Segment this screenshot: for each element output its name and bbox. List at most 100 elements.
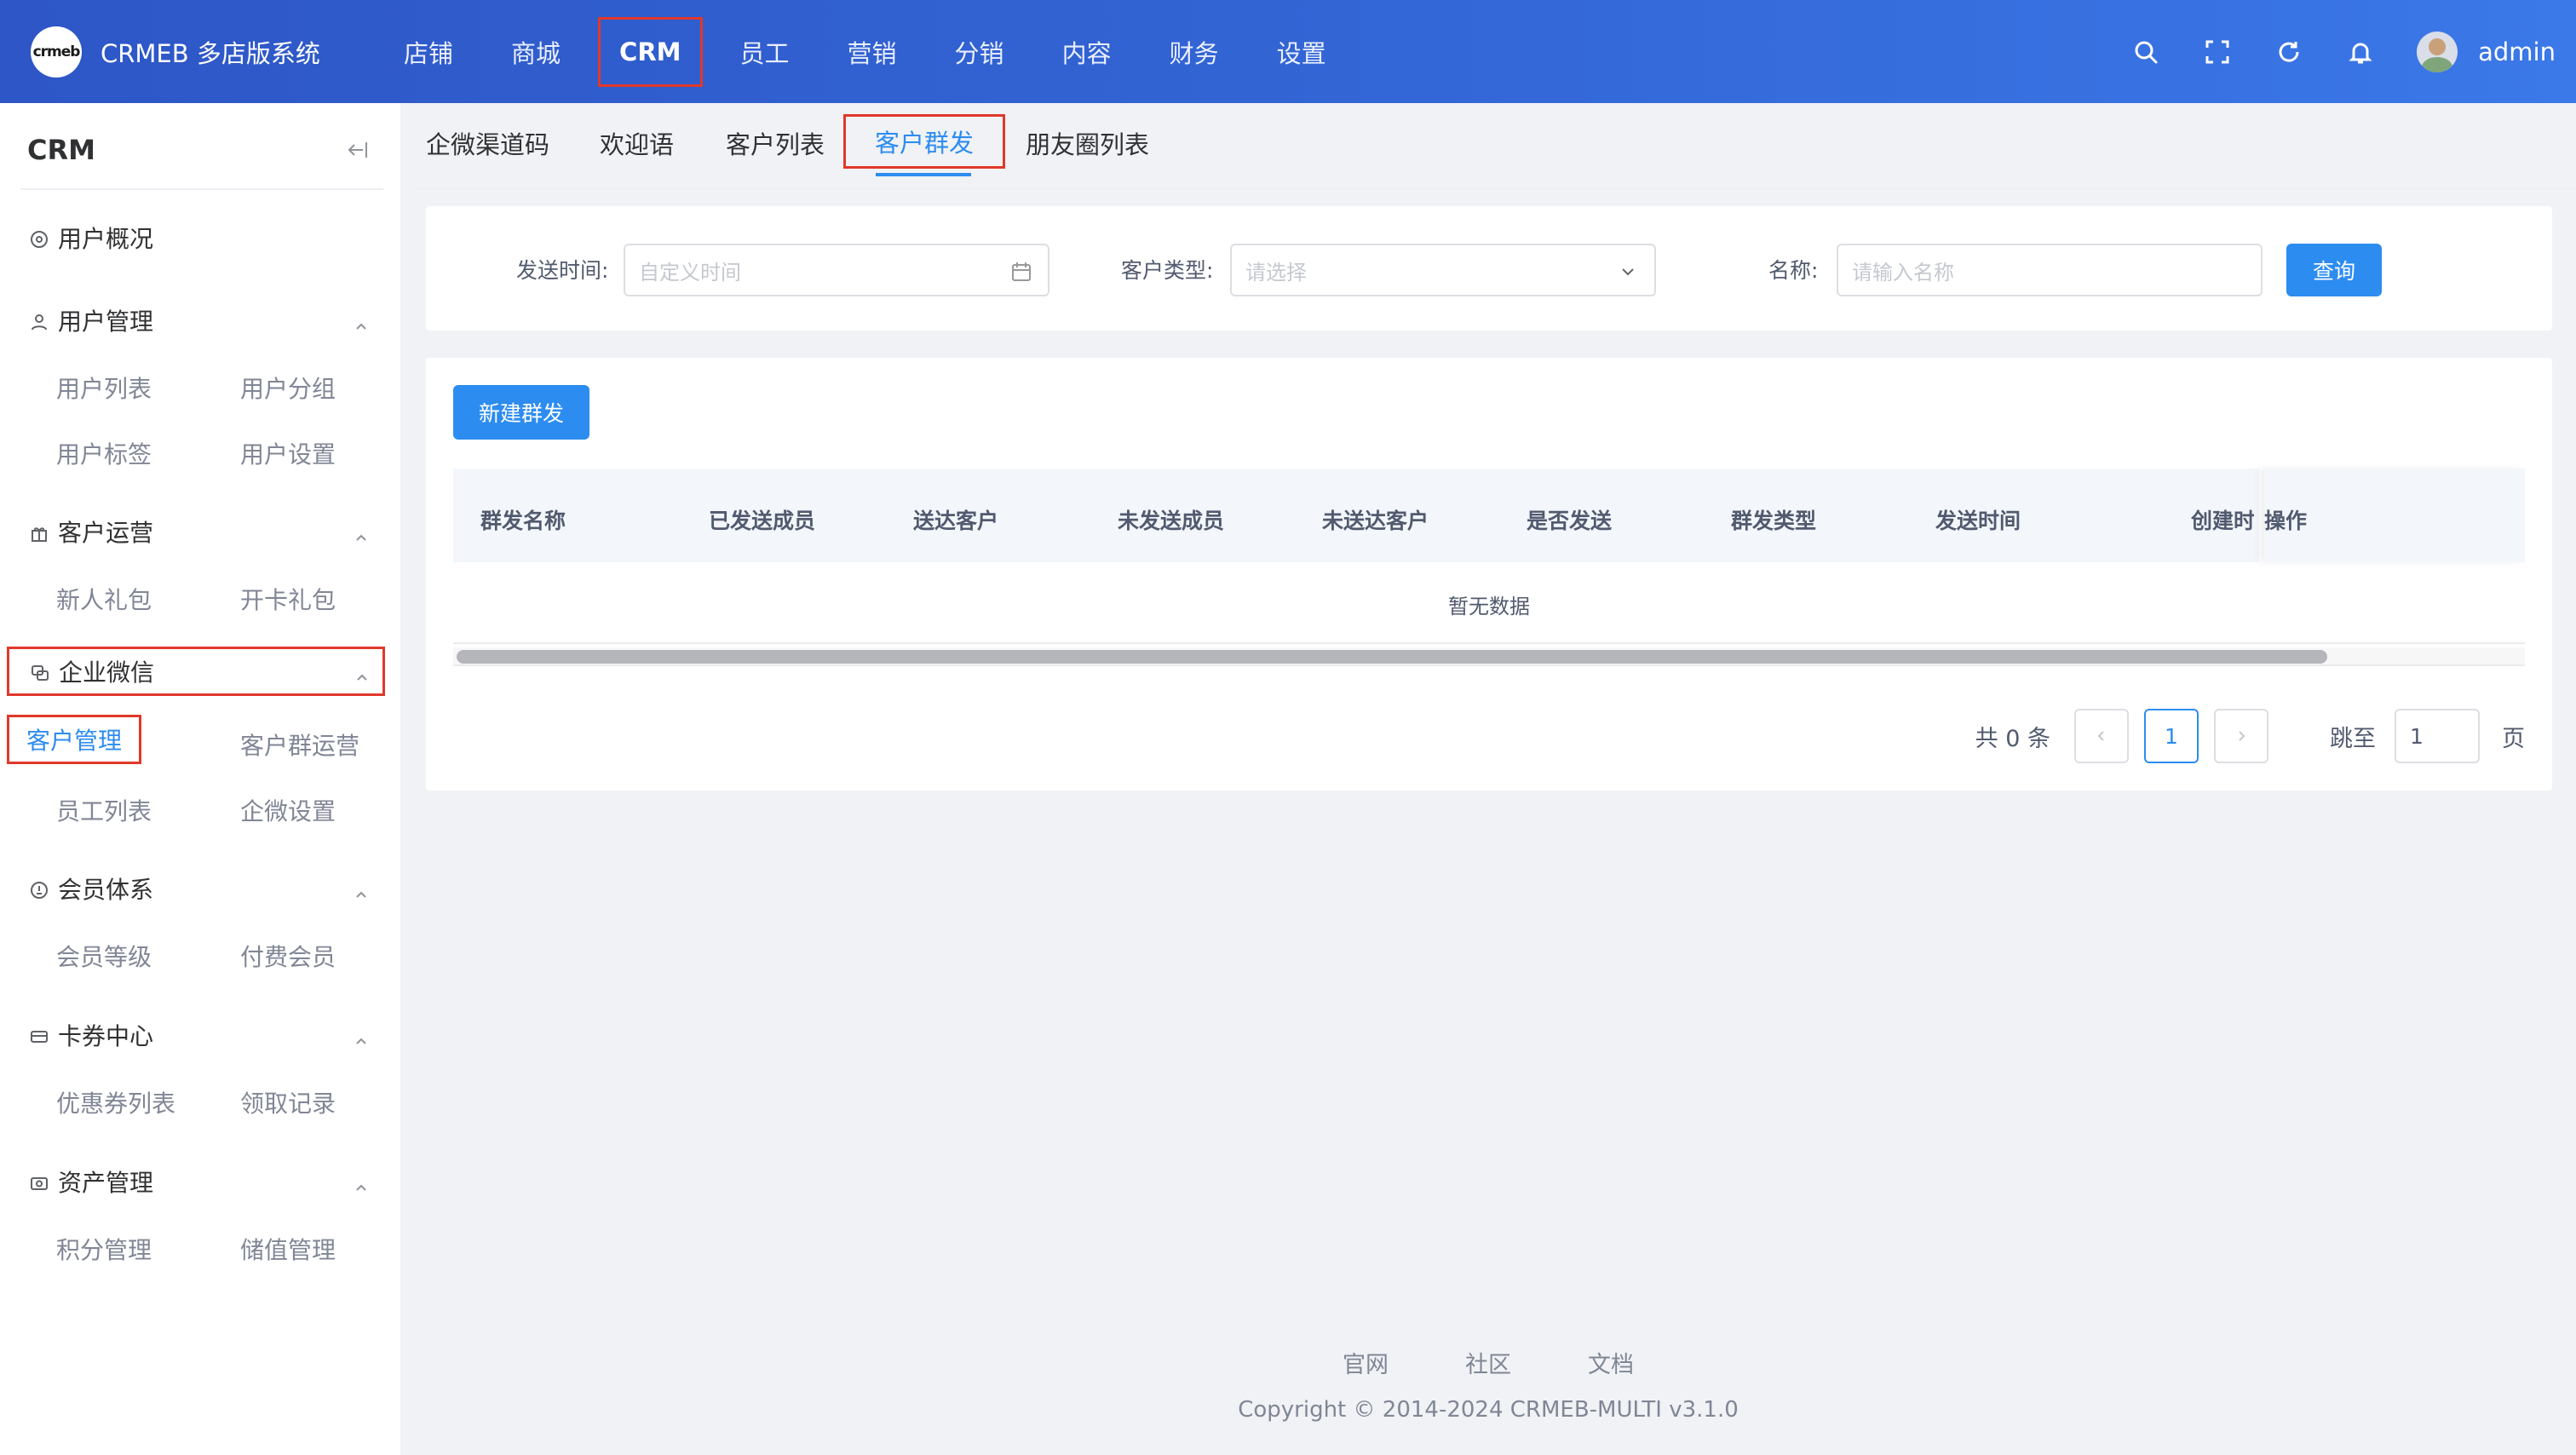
sidebar-item-coupon-list[interactable]: 优惠券列表	[56, 1085, 175, 1119]
broadcast-list-panel: 新建群发 群发名称 已发送成员 送达客户 未发送成员 未送达客户 是否发送 群发…	[426, 358, 2552, 791]
top-nav-item-mall[interactable]: 商城	[511, 0, 561, 103]
active-tab-indicator	[876, 173, 971, 176]
sidebar-group-label: 企业微信	[59, 658, 155, 687]
sidebar-item-member-level[interactable]: 会员等级	[56, 939, 152, 973]
sidebar-group-head[interactable]: 企业微信	[7, 647, 385, 696]
query-button[interactable]: 查询	[2286, 244, 2382, 296]
chevron-up-icon	[354, 664, 371, 681]
sidebar-group-label: 资产管理	[58, 1169, 154, 1197]
top-nav: 店铺 商城 CRM 员工 营销 分销 内容 财务 设置	[404, 0, 1384, 103]
sidebar-group-customer-ops: 客户运营	[0, 507, 400, 556]
name-input[interactable]: 请输入名称	[1837, 244, 2263, 296]
top-nav-item-marketing[interactable]: 营销	[848, 0, 897, 103]
tab-moments-list[interactable]: 朋友圈列表	[1026, 125, 1149, 161]
footer-link-docs[interactable]: 文档	[1588, 1346, 1634, 1379]
sidebar-group-label: 客户运营	[58, 519, 154, 547]
user-icon	[29, 310, 49, 331]
top-nav-item-content[interactable]: 内容	[1062, 0, 1112, 103]
top-nav-item-staff[interactable]: 员工	[740, 0, 790, 103]
prev-page-button[interactable]	[2074, 709, 2129, 763]
sidebar-group-membership: 会员体系	[0, 864, 400, 913]
refresh-icon[interactable]	[2274, 37, 2304, 67]
footer-link-official[interactable]: 官网	[1343, 1346, 1389, 1379]
search-icon[interactable]	[2130, 37, 2161, 67]
chevron-left-icon	[2097, 731, 2104, 741]
brand-title: CRMEB 多店版系统	[101, 39, 320, 68]
sidebar-item-user-group[interactable]: 用户分组	[240, 371, 336, 405]
footer-link-community[interactable]: 社区	[1465, 1346, 1511, 1379]
sidebar-group-head[interactable]: 用户概况	[0, 213, 400, 262]
sidebar-item-stored-value[interactable]: 储值管理	[240, 1232, 336, 1266]
customer-type-placeholder: 请选择	[1245, 260, 1307, 285]
sidebar-group-head[interactable]: 用户管理	[0, 296, 400, 345]
column-header[interactable]: 是否发送	[1527, 504, 1612, 535]
column-header[interactable]: 群发名称	[480, 504, 566, 535]
sidebar-group-head[interactable]: 客户运营	[0, 507, 400, 556]
name-label: 名称:	[1768, 258, 1819, 283]
filter-panel: 发送时间: 自定义时间 客户类型: 请选择 名称: 请输入名称 查询	[426, 206, 2552, 331]
bell-icon[interactable]	[2345, 37, 2376, 67]
wallet-icon	[29, 1171, 49, 1192]
customer-type-select[interactable]: 请选择	[1230, 244, 1656, 296]
new-broadcast-button[interactable]: 新建群发	[453, 385, 589, 440]
chevron-up-icon	[353, 881, 370, 898]
top-nav-item-crm[interactable]: CRM	[598, 16, 703, 87]
chevron-up-icon	[353, 1027, 370, 1044]
top-nav-item-finance[interactable]: 财务	[1170, 0, 1219, 103]
sidebar-item-staff-list[interactable]: 员工列表	[56, 793, 152, 827]
username[interactable]: admin	[2478, 37, 2556, 66]
column-header[interactable]: 已发送成员	[709, 504, 815, 535]
send-time-label: 发送时间:	[516, 258, 609, 283]
chevron-down-icon	[1617, 261, 1639, 283]
jump-label: 跳至	[2330, 725, 2376, 752]
collapse-sidebar-icon[interactable]	[344, 137, 370, 163]
top-nav-item-settings[interactable]: 设置	[1277, 0, 1326, 103]
column-header[interactable]: 群发类型	[1731, 504, 1816, 535]
sidebar-item-claim-records[interactable]: 领取记录	[240, 1085, 336, 1119]
tab-welcome[interactable]: 欢迎语	[600, 125, 674, 161]
sidebar-group-head[interactable]: 卡券中心	[0, 1010, 400, 1060]
copyright: Copyright © 2014-2024 CRMEB-MULTI v3.1.0	[1238, 1397, 1739, 1423]
sidebar-group-label: 卡券中心	[58, 1022, 154, 1050]
tab-bar: 企微渠道码 欢迎语 客户列表 客户群发 朋友圈列表	[400, 103, 2576, 188]
sidebar-item-card-gift[interactable]: 开卡礼包	[240, 582, 336, 616]
jump-page-input[interactable]: 1	[2395, 709, 2480, 763]
tab-customer-list[interactable]: 客户列表	[726, 125, 825, 161]
sidebar-group-head[interactable]: 会员体系	[0, 864, 400, 913]
tab-customer-broadcast[interactable]: 客户群发	[843, 114, 1006, 169]
next-page-button[interactable]	[2214, 709, 2268, 763]
column-header[interactable]: 送达客户	[913, 504, 998, 535]
column-header[interactable]: 未发送成员	[1118, 504, 1224, 535]
sidebar-item-wechat-settings[interactable]: 企微设置	[240, 793, 336, 827]
page-number-button[interactable]: 1	[2144, 709, 2199, 763]
chevron-up-icon	[353, 524, 370, 541]
sidebar-item-paid-member[interactable]: 付费会员	[240, 939, 336, 973]
sidebar-group-assets: 资产管理	[0, 1157, 400, 1206]
sidebar-group-label: 会员体系	[58, 876, 154, 904]
sidebar-item-user-settings[interactable]: 用户设置	[240, 436, 336, 470]
sidebar-item-user-tag[interactable]: 用户标签	[56, 436, 152, 470]
sidebar-group-head[interactable]: 资产管理	[0, 1157, 400, 1206]
fixed-column-header: 操作	[2264, 469, 2525, 562]
top-nav-item-distribution[interactable]: 分销	[955, 0, 1004, 103]
column-header[interactable]: 发送时间	[1935, 504, 2021, 535]
sidebar-item-new-gift[interactable]: 新人礼包	[56, 582, 152, 616]
sidebar-item-user-list[interactable]: 用户列表	[56, 371, 152, 405]
tab-channel-code[interactable]: 企微渠道码	[426, 125, 549, 161]
column-header[interactable]: 创建时	[2191, 504, 2254, 535]
sidebar-item-customer-management[interactable]: 客户管理	[7, 715, 142, 764]
chevron-up-icon	[353, 313, 370, 330]
fullscreen-icon[interactable]	[2202, 37, 2233, 67]
sidebar-item-customer-group-ops[interactable]: 客户群运营	[240, 728, 359, 762]
column-header[interactable]: 未送达客户	[1322, 504, 1429, 535]
wechat-work-icon	[30, 661, 50, 681]
sidebar-group-wechat-work: 企业微信	[0, 647, 400, 696]
avatar[interactable]	[2417, 31, 2458, 72]
sidebar-item-points[interactable]: 积分管理	[56, 1232, 152, 1266]
logo[interactable]: crmeb	[31, 26, 82, 78]
chevron-right-icon	[2239, 731, 2245, 741]
horizontal-scrollbar[interactable]	[457, 650, 2327, 664]
column-header-actions[interactable]: 操作	[2264, 504, 2307, 535]
send-time-picker[interactable]: 自定义时间	[624, 244, 1049, 296]
top-nav-item-store[interactable]: 店铺	[404, 0, 453, 103]
